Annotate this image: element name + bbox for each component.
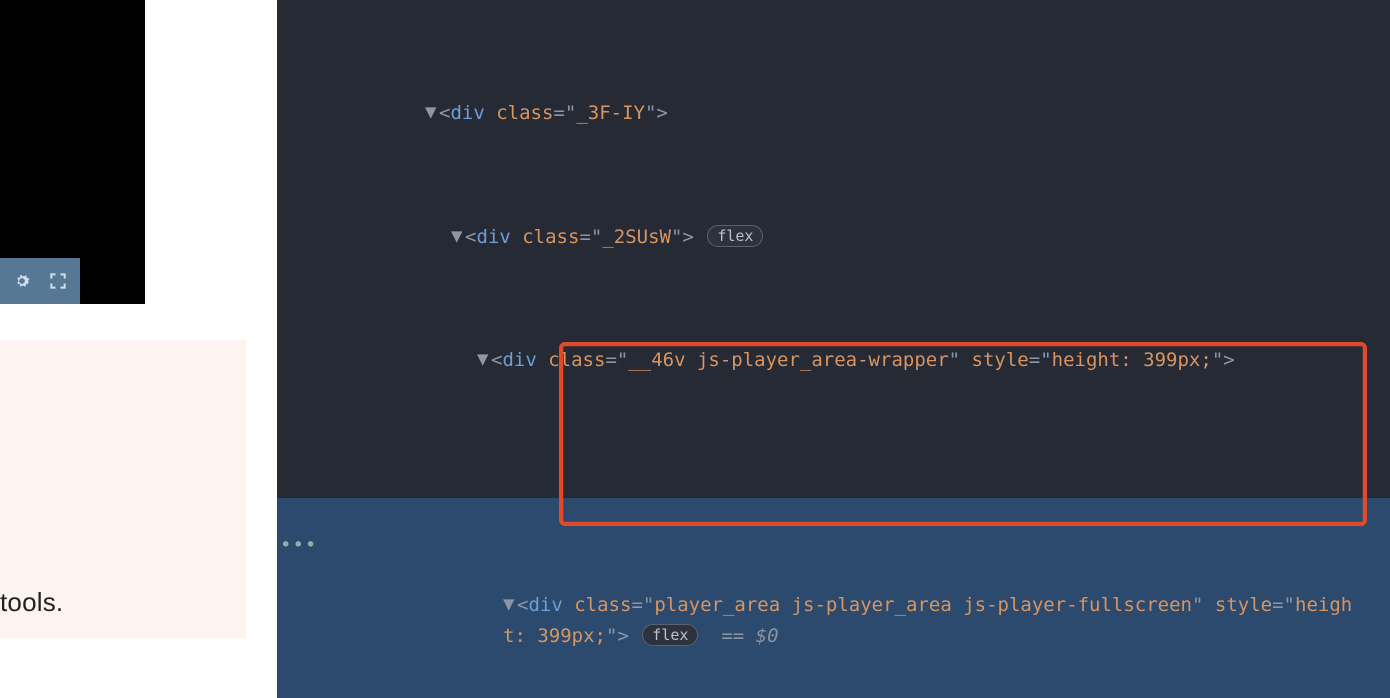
dom-node-selected[interactable]: ••• ▼<div class="player_area js-player_a…	[277, 498, 1390, 698]
chevron-down-icon[interactable]: ▼	[503, 589, 517, 619]
flex-badge[interactable]: flex	[642, 624, 698, 646]
dom-tree[interactable]: ▼<div class="_3F-IY"> ▼<div class="_2SUs…	[277, 0, 1390, 698]
dom-node[interactable]: ▼<div class="__46v js-player_area-wrappe…	[277, 344, 1390, 376]
chevron-down-icon[interactable]: ▼	[477, 344, 491, 374]
dom-node[interactable]: ▼<div class="_3F-IY">	[277, 97, 1390, 129]
fullscreen-icon[interactable]	[47, 270, 69, 292]
chevron-down-icon[interactable]: ▼	[451, 221, 465, 251]
video-controls-bar	[0, 258, 80, 304]
devtools-elements-panel[interactable]: ▼<div class="_3F-IY"> ▼<div class="_2SUs…	[277, 0, 1390, 698]
overflow-ellipsis-icon[interactable]: •••	[280, 530, 317, 560]
gear-icon[interactable]	[11, 270, 33, 292]
selected-marker: == $0	[721, 625, 778, 647]
page-preview-sliver: tools.	[0, 0, 246, 698]
chevron-down-icon[interactable]: ▼	[425, 97, 439, 127]
flex-badge[interactable]: flex	[707, 225, 763, 247]
dom-node[interactable]: ▼<div class="_2SUsW"> flex	[277, 221, 1390, 253]
page-text-fragment: tools.	[0, 582, 63, 624]
video-player-box	[0, 0, 145, 304]
